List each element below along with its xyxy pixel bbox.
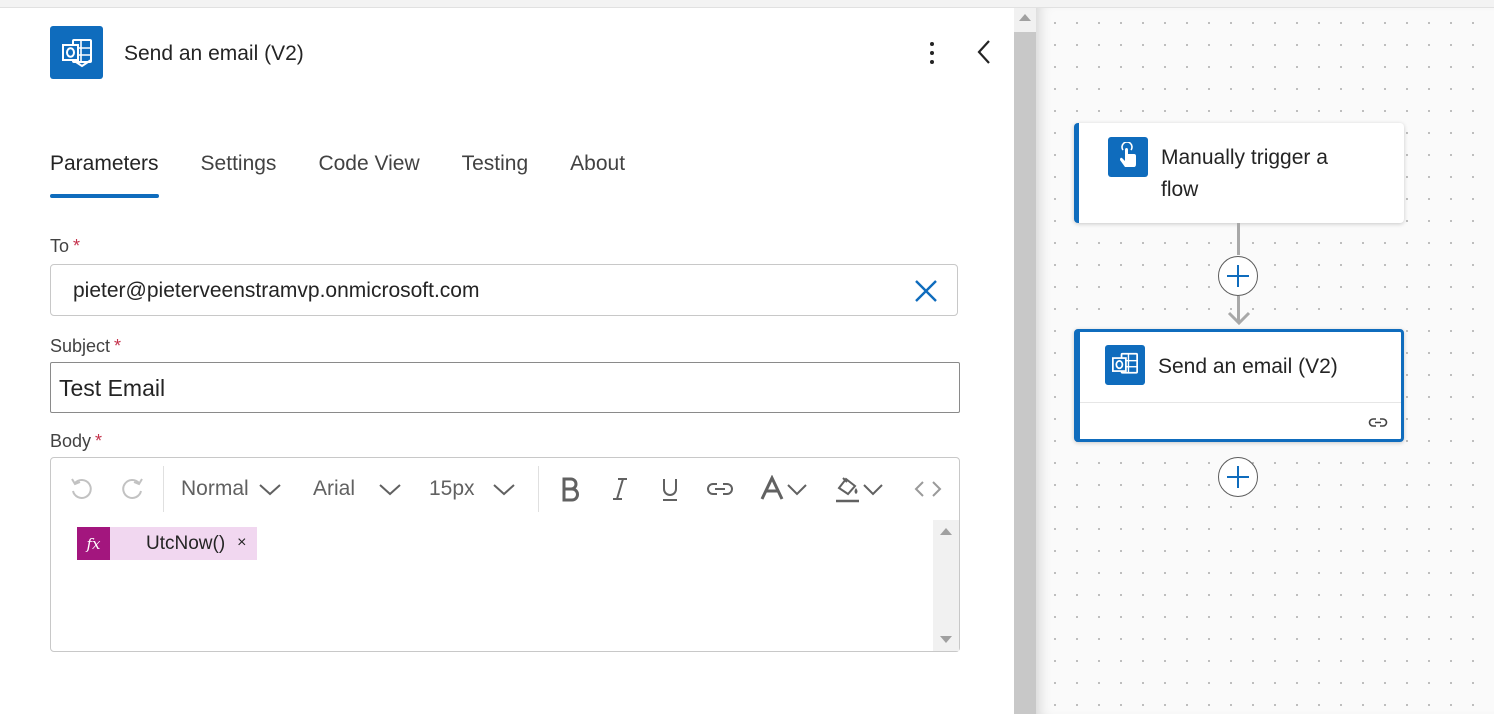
- outlook-icon: [1105, 345, 1145, 385]
- font-color-icon: [760, 475, 784, 500]
- close-icon: [915, 280, 937, 302]
- arrow-down-icon: [1227, 311, 1251, 326]
- font-size-dropdown[interactable]: 15px: [429, 472, 517, 506]
- bold-button[interactable]: [557, 472, 583, 506]
- body-editor: Normal Arial 15px fx UtcNow() ×: [50, 457, 960, 652]
- tab-about[interactable]: About: [570, 148, 625, 198]
- tab-parameters[interactable]: Parameters: [50, 148, 159, 198]
- code-icon: [914, 481, 942, 497]
- paragraph-style-dropdown[interactable]: Normal: [181, 472, 283, 506]
- connector-line: [1237, 223, 1240, 255]
- paint-bucket-icon: [836, 477, 859, 503]
- tab-settings[interactable]: Settings: [201, 148, 277, 198]
- plus-icon: [1227, 466, 1249, 488]
- action-title: Send an email (V2): [124, 42, 304, 65]
- insert-link-button[interactable]: [705, 472, 735, 506]
- scroll-down-icon[interactable]: [940, 636, 952, 643]
- to-label: To *: [50, 236, 81, 256]
- more-dot-icon: [930, 51, 934, 55]
- trigger-title: Manually trigger a flow: [1161, 146, 1328, 201]
- more-options-button[interactable]: [920, 38, 944, 68]
- subject-field[interactable]: Test Email: [50, 362, 960, 413]
- font-family-value: Arial: [313, 477, 356, 500]
- trigger-node[interactable]: Manually trigger a flow: [1074, 123, 1404, 223]
- body-label: Body *: [50, 431, 103, 451]
- tab-code-view[interactable]: Code View: [318, 148, 419, 198]
- expression-token[interactable]: fx UtcNow() ×: [77, 527, 257, 560]
- chevron-down-icon: [492, 484, 515, 496]
- chevron-left-icon: [977, 40, 990, 64]
- redo-icon: [122, 478, 143, 499]
- required-mark: *: [73, 236, 81, 256]
- paragraph-style-value: Normal: [181, 477, 249, 500]
- code-view-button[interactable]: [913, 472, 943, 506]
- chevron-down-icon: [863, 484, 883, 496]
- toolbar-divider: [163, 466, 164, 512]
- panel-scrollbar[interactable]: [1014, 8, 1036, 714]
- body-content[interactable]: fx UtcNow() ×: [51, 520, 959, 651]
- connection-link-icon[interactable]: [1367, 413, 1389, 431]
- to-field[interactable]: pieter@pieterveenstramvp.onmicrosoft.com: [50, 264, 958, 316]
- add-step-button[interactable]: [1218, 256, 1258, 296]
- function-icon: fx: [77, 527, 110, 560]
- scroll-up-icon[interactable]: [940, 528, 952, 535]
- chevron-down-icon: [379, 484, 401, 496]
- font-size-value: 15px: [429, 477, 475, 500]
- chevron-down-icon: [259, 484, 281, 496]
- tab-list: Parameters Settings Code View Testing Ab…: [50, 148, 667, 198]
- underline-icon: [663, 479, 677, 501]
- action-details-panel: Send an email (V2) Parameters Settings C…: [0, 8, 1014, 714]
- font-family-dropdown[interactable]: Arial: [313, 472, 403, 506]
- chevron-down-icon: [787, 484, 807, 496]
- italic-button[interactable]: [609, 472, 631, 506]
- bold-icon: [562, 477, 579, 502]
- collapse-panel-button[interactable]: [974, 38, 996, 66]
- outlook-icon: [50, 26, 103, 79]
- rich-text-toolbar: Normal Arial 15px: [51, 458, 959, 520]
- required-mark: *: [114, 336, 122, 356]
- tab-testing[interactable]: Testing: [462, 148, 529, 198]
- expression-token-label: UtcNow(): [146, 533, 226, 554]
- font-color-dropdown[interactable]: [759, 472, 809, 506]
- italic-icon: [613, 478, 627, 500]
- underline-button[interactable]: [657, 472, 683, 506]
- redo-button[interactable]: [117, 472, 147, 506]
- node-divider: [1080, 402, 1401, 403]
- top-border: [0, 0, 1494, 8]
- undo-button[interactable]: [67, 472, 97, 506]
- clear-to-button[interactable]: [913, 278, 939, 304]
- toolbar-divider: [538, 466, 539, 512]
- add-step-button[interactable]: [1218, 457, 1258, 497]
- link-icon: [707, 483, 733, 495]
- highlight-color-dropdown[interactable]: [833, 472, 885, 506]
- touch-icon: [1108, 137, 1148, 177]
- editor-scrollbar[interactable]: [933, 520, 959, 651]
- required-mark: *: [95, 431, 103, 451]
- subject-label: Subject *: [50, 336, 122, 356]
- send-email-node[interactable]: Send an email (V2): [1074, 329, 1404, 442]
- scroll-up-icon[interactable]: [1019, 14, 1031, 21]
- to-value: pieter@pieterveenstramvp.onmicrosoft.com: [73, 279, 480, 302]
- more-dot-icon: [930, 60, 934, 64]
- more-dot-icon: [930, 42, 934, 46]
- send-email-node-title: Send an email (V2): [1158, 355, 1338, 378]
- undo-icon: [71, 478, 92, 499]
- plus-icon: [1227, 265, 1249, 287]
- remove-token-button[interactable]: ×: [225, 527, 256, 560]
